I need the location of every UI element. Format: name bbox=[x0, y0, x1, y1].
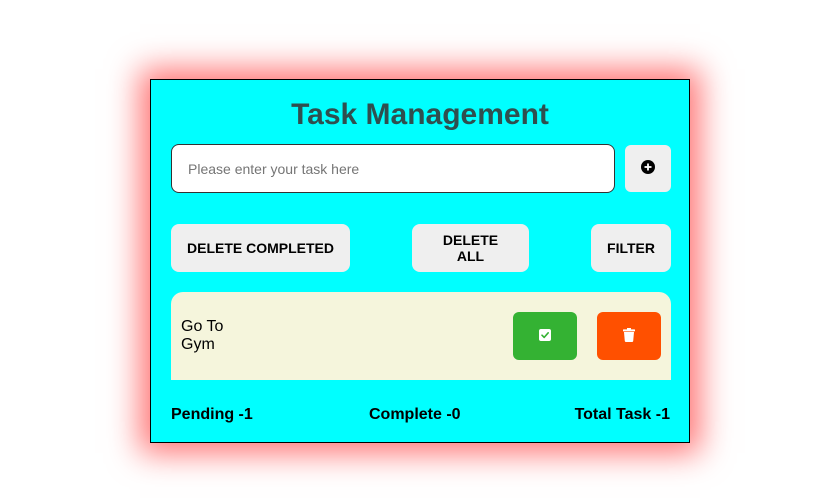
delete-task-button[interactable] bbox=[597, 312, 661, 360]
filter-button[interactable]: FILTER bbox=[591, 224, 671, 272]
total-count: Total Task -1 bbox=[574, 406, 670, 423]
complete-count: Complete -0 bbox=[369, 406, 461, 423]
task-text: Go To Gym bbox=[181, 318, 224, 353]
trash-icon bbox=[623, 327, 635, 345]
page-title: Task Management bbox=[291, 98, 549, 131]
plus-circle-icon bbox=[641, 160, 655, 177]
pending-count: Pending -1 bbox=[171, 406, 253, 423]
delete-completed-button[interactable]: DELETE COMPLETED bbox=[171, 224, 350, 272]
delete-all-button[interactable]: DELETE ALL bbox=[412, 224, 529, 272]
add-task-button[interactable] bbox=[625, 145, 671, 192]
task-card: Task Management DELETE COMPLETED DELETE … bbox=[150, 79, 690, 443]
task-list: Go To Gym bbox=[171, 292, 671, 380]
check-square-icon bbox=[539, 328, 551, 344]
complete-task-button[interactable] bbox=[513, 312, 577, 360]
task-input[interactable] bbox=[171, 144, 615, 193]
